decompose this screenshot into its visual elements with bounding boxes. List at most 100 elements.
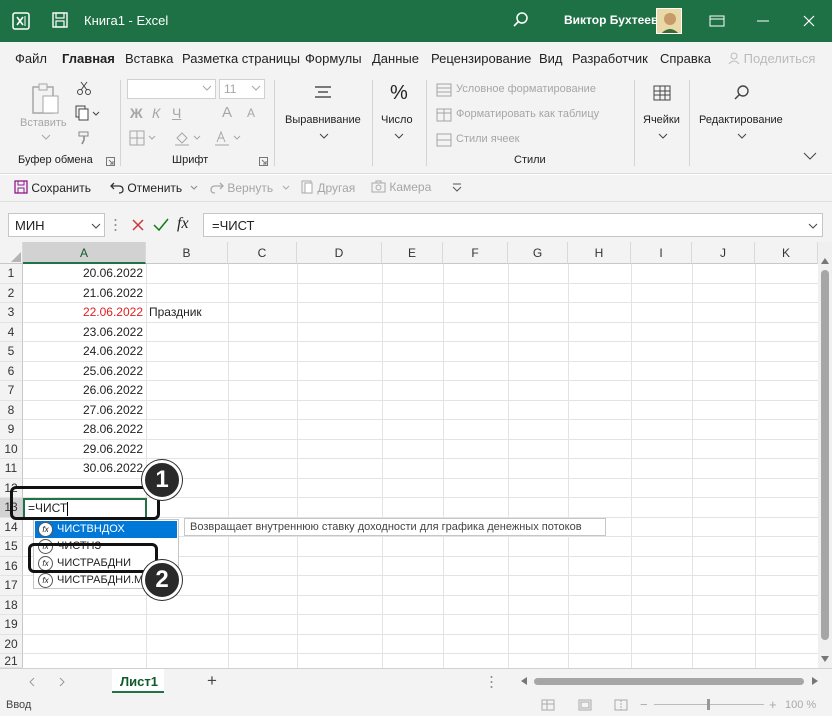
col-header-a[interactable]: A [23,242,146,264]
worksheet-grid[interactable]: A B C D E F G H I J K 1 2 3 4 5 6 7 8 9 … [0,242,832,668]
tab-review[interactable]: Рецензирование [431,51,531,66]
vertical-scroll-thumb[interactable] [821,270,829,640]
cell-a3[interactable]: 22.06.2022 [23,303,143,322]
next-sheet-icon[interactable] [58,677,66,687]
font-color-icon[interactable] [213,130,243,146]
col-header-k[interactable]: K [755,242,818,264]
share-button[interactable]: Поделиться [728,51,815,66]
font-size-combo[interactable]: 11 [219,79,265,99]
col-header-g[interactable]: G [508,242,568,264]
qat-redo-button[interactable]: Вернуть [210,180,273,195]
select-all-corner[interactable] [0,242,23,264]
page-layout-view-icon[interactable] [578,699,592,711]
paste-button[interactable]: Вставить [20,117,67,129]
shrink-font-button[interactable]: A [247,106,255,120]
row-header-2[interactable]: 2 [0,284,23,303]
cell-a6[interactable]: 25.06.2022 [23,362,143,381]
col-header-j[interactable]: J [692,242,755,264]
row-header-21[interactable]: 21 [0,654,23,668]
zoom-slider-thumb[interactable] [707,699,710,710]
cells-icon[interactable] [652,84,672,102]
scroll-down-icon[interactable] [821,656,829,662]
col-header-e[interactable]: E [382,242,443,264]
qat-camera-button[interactable]: Камера [371,180,431,194]
tab-view[interactable]: Вид [539,51,563,66]
borders-icon[interactable] [129,130,157,146]
tab-home[interactable]: Главная [62,51,115,66]
autocomplete-item[interactable]: fx ЧИСТВНДОХ [35,521,177,538]
user-name[interactable]: Виктор Бухтеев [564,13,658,27]
cut-icon[interactable] [76,80,92,96]
scroll-right-icon[interactable] [812,677,818,685]
tab-help[interactable]: Справка [660,51,711,66]
conditional-formatting-button[interactable]: Условное форматирование [456,83,596,95]
minimize-button[interactable] [740,0,786,42]
prev-sheet-icon[interactable] [28,677,36,687]
percent-icon[interactable]: % [390,82,408,105]
paste-icon[interactable] [28,82,62,116]
zoom-in-button[interactable]: + [769,697,777,712]
bold-button[interactable]: Ж [130,105,143,121]
tab-insert[interactable]: Вставка [125,51,173,66]
tab-file[interactable]: Файл [15,51,47,66]
row-header-5[interactable]: 5 [0,342,23,362]
font-name-combo[interactable] [127,79,216,99]
collapse-ribbon-icon[interactable] [803,152,817,160]
splitter-icon[interactable] [114,217,117,233]
tab-data[interactable]: Данные [372,51,419,66]
horizontal-scroll-thumb[interactable] [534,678,804,685]
avatar[interactable] [656,8,682,34]
row-header-19[interactable]: 19 [0,615,23,635]
qat-other-button[interactable]: Другая [300,180,355,195]
cell-a8[interactable]: 27.06.2022 [23,401,143,420]
cell-a7[interactable]: 26.06.2022 [23,381,143,400]
ribbon-display-button[interactable] [694,0,740,42]
normal-view-icon[interactable] [541,699,555,711]
zoom-out-button[interactable]: − [640,697,648,712]
cancel-icon[interactable] [131,218,145,232]
cell-a9[interactable]: 28.06.2022 [23,420,143,439]
cell-a1[interactable]: 20.06.2022 [23,264,143,283]
dialog-launcher-icon[interactable] [259,157,268,166]
format-as-table-icon[interactable] [436,108,452,122]
cell-b3[interactable]: Праздник [149,303,202,322]
sheet-tab-active[interactable]: Лист1 [112,669,164,693]
cell-a5[interactable]: 24.06.2022 [23,342,143,361]
row-header-15[interactable]: 15 [0,537,23,557]
splitter-icon[interactable] [490,675,493,689]
scroll-left-icon[interactable] [521,677,527,685]
cell-styles-button[interactable]: Стили ячеек [456,133,519,145]
format-as-table-button[interactable]: Форматировать как таблицу [456,108,599,120]
row-header-7[interactable]: 7 [0,381,23,401]
chevron-down-icon[interactable] [282,185,290,191]
row-header-3[interactable]: 3 [0,303,23,323]
row-header-1[interactable]: 1 [0,264,23,284]
row-header-17[interactable]: 17 [0,576,23,596]
find-icon[interactable] [733,84,751,102]
row-header-8[interactable]: 8 [0,401,23,420]
row-header-6[interactable]: 6 [0,362,23,381]
col-header-b[interactable]: B [146,242,228,264]
row-header-4[interactable]: 4 [0,323,23,342]
grow-font-button[interactable]: A [222,104,232,121]
save-icon[interactable] [51,11,69,29]
chevron-down-icon[interactable] [190,185,198,191]
alignment-icon[interactable] [313,84,333,102]
row-header-20[interactable]: 20 [0,635,23,654]
row-header-16[interactable]: 16 [0,557,23,576]
format-painter-icon[interactable] [76,130,92,146]
search-icon[interactable] [512,11,530,29]
col-header-h[interactable]: H [568,242,631,264]
insert-function-button[interactable]: fx [177,215,189,233]
col-header-c[interactable]: C [228,242,297,264]
col-header-d[interactable]: D [297,242,382,264]
col-header-i[interactable]: I [631,242,692,264]
underline-button[interactable]: Ч [172,105,181,121]
alignment-button[interactable]: Выравнивание [285,114,361,126]
cell-styles-icon[interactable] [436,133,452,147]
row-header-9[interactable]: 9 [0,420,23,440]
col-header-f[interactable]: F [443,242,508,264]
enter-check-icon[interactable] [153,218,169,232]
customize-qat-icon[interactable] [452,183,462,192]
italic-button[interactable]: К [152,105,160,121]
